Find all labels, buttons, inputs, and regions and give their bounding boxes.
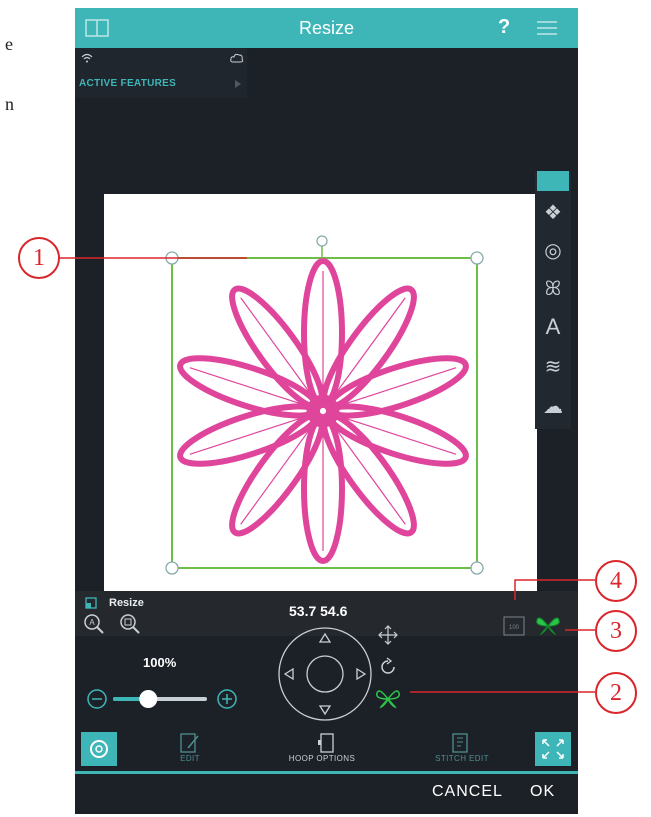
callout-4: 4	[595, 560, 637, 602]
callout-1: 1	[18, 237, 60, 279]
callout-3: 3	[595, 610, 637, 652]
callout-2: 2	[595, 672, 637, 714]
callout-lines	[60, 257, 595, 693]
